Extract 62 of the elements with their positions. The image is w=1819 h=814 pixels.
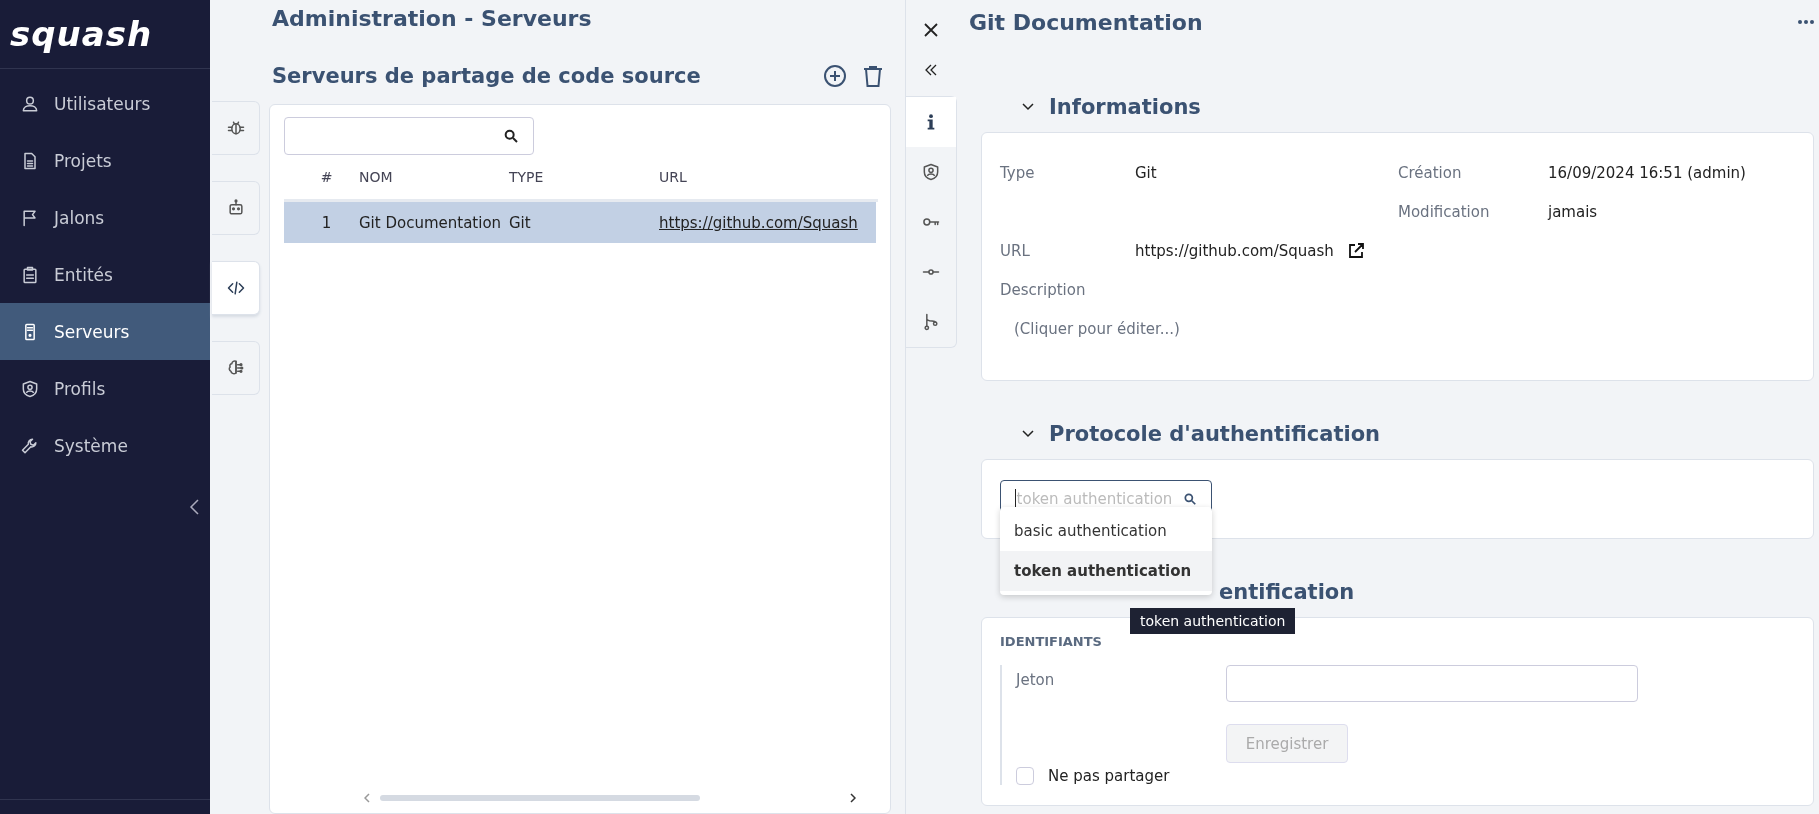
chevron-down-icon[interactable]: [1021, 102, 1035, 112]
field-label: Type: [1000, 162, 1036, 184]
dropdown-option[interactable]: token authentication: [1000, 551, 1212, 591]
search-field[interactable]: [284, 117, 534, 155]
section-title: Informations: [1049, 95, 1201, 119]
section-title: Protocole d'authentification: [1049, 422, 1381, 446]
side-tab[interactable]: [212, 261, 260, 315]
nav-item[interactable]: Profils: [0, 360, 210, 417]
table-cell-text: Git Documentation: [359, 213, 503, 232]
column-header[interactable]: TYPE: [509, 169, 659, 185]
nav-item[interactable]: Serveurs: [0, 303, 210, 360]
add-icon[interactable]: [823, 64, 847, 88]
close-icon[interactable]: [924, 23, 938, 37]
shield-icon: [20, 378, 40, 399]
section-title: entification: [1219, 580, 1355, 604]
field-value: 16/09/2024 16:51 (admin): [1548, 162, 1747, 184]
side-tab[interactable]: [212, 101, 260, 155]
clipboard-icon: [20, 264, 40, 285]
field-label: Jeton: [1016, 670, 1056, 691]
search-icon: [503, 128, 519, 144]
field-value: https://github.com/Squash: [1135, 241, 1334, 260]
side-tab[interactable]: [212, 341, 260, 395]
detail-title: Git Documentation: [969, 9, 1203, 35]
nav-item[interactable]: Projets: [0, 132, 210, 189]
detail-tab[interactable]: [905, 97, 956, 147]
scroll-left-icon[interactable]: [364, 793, 370, 803]
search-icon: [1183, 492, 1197, 506]
logo: squash: [10, 14, 153, 54]
column-header[interactable]: URL: [659, 169, 876, 185]
scrollbar-thumb[interactable]: [380, 795, 700, 801]
field-label: Description: [1000, 279, 1087, 301]
double-chevron-icon[interactable]: [925, 64, 937, 76]
page-title: Administration - Serveurs: [271, 5, 593, 33]
tooltip: token authentication: [1130, 608, 1296, 634]
nav-item[interactable]: Jalons: [0, 189, 210, 246]
field-label: Modification: [1398, 201, 1491, 223]
nav-item[interactable]: Entités: [0, 246, 210, 303]
scroll-right-icon[interactable]: [850, 793, 856, 803]
trash-icon[interactable]: [861, 64, 885, 88]
token-field[interactable]: [1226, 665, 1638, 702]
table-cell-text: 1: [320, 213, 333, 232]
table-row[interactable]: 1 Git Documentation Git https://github.com/Squash: [284, 202, 876, 243]
collapse-icon[interactable]: [188, 498, 200, 516]
more-icon[interactable]: [1798, 20, 1814, 24]
field-value: jamais: [1548, 201, 1599, 223]
nav-item[interactable]: Utilisateurs: [0, 75, 210, 132]
field-label: URL: [1000, 240, 1031, 262]
field-value: Git: [1135, 162, 1158, 184]
checkbox[interactable]: [1016, 767, 1034, 785]
section-title: Serveurs de partage de code source: [271, 64, 701, 88]
group-label: IDENTIFIANTS: [1000, 634, 1103, 649]
column-header[interactable]: #: [284, 169, 359, 185]
table-cell-text: Git: [509, 213, 532, 232]
nav-item[interactable]: Système: [0, 417, 210, 474]
side-tab[interactable]: [212, 181, 260, 235]
external-link-icon[interactable]: [1347, 242, 1364, 259]
column-header[interactable]: NOM: [359, 169, 509, 185]
chevron-down-icon[interactable]: [1021, 429, 1035, 439]
url-link[interactable]: https://github.com/Squash: [659, 213, 876, 232]
field-label: Création: [1398, 162, 1463, 184]
checkbox-label[interactable]: Ne pas partager: [1048, 767, 1170, 785]
description-placeholder[interactable]: (Cliquer pour éditer...): [1000, 309, 1795, 348]
